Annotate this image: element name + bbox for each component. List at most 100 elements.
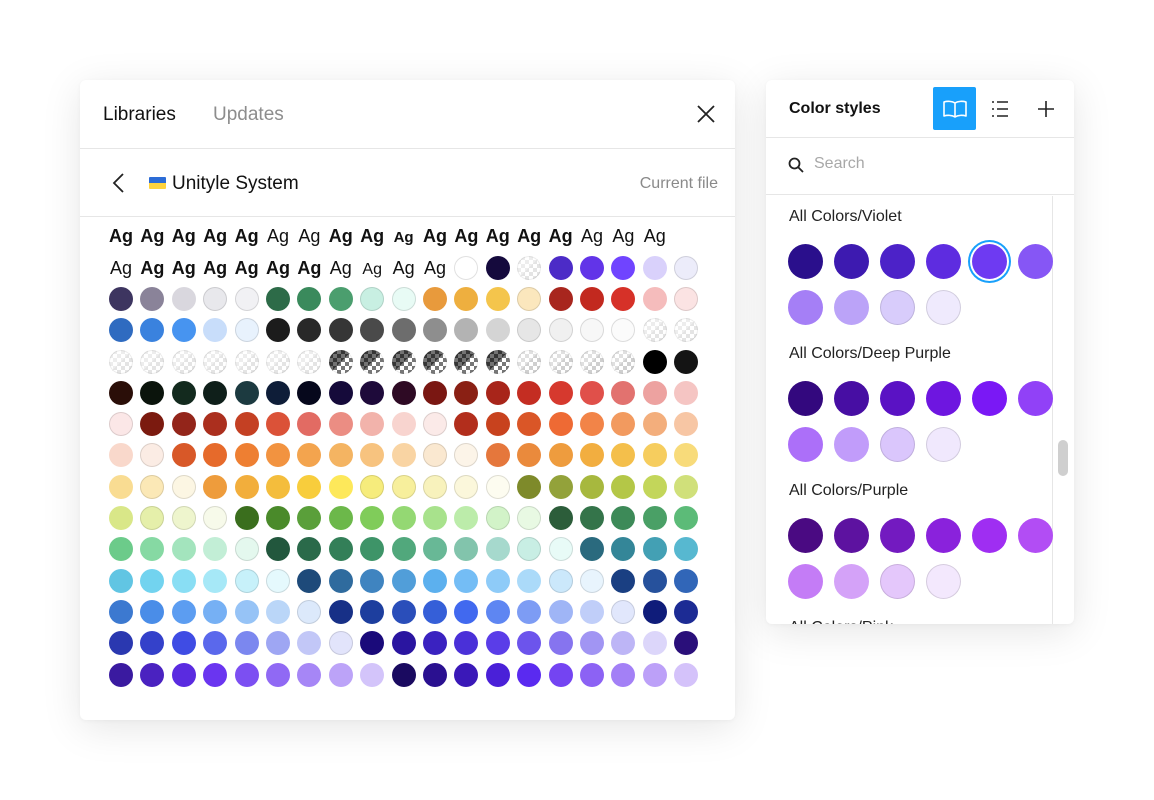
color-style-swatch[interactable]	[203, 662, 228, 687]
chevron-left-icon[interactable]	[111, 172, 125, 194]
text-style-sample[interactable]: Ag	[294, 224, 324, 248]
scrollbar-thumb[interactable]	[1058, 440, 1068, 476]
color-style-swatch[interactable]	[454, 286, 479, 311]
text-style-sample[interactable]: Ag	[200, 224, 230, 248]
color-style-swatch[interactable]	[517, 349, 542, 374]
color-style-swatch[interactable]	[328, 349, 353, 374]
text-style-sample[interactable]: Ag	[420, 224, 450, 248]
color-style-swatch[interactable]	[674, 349, 699, 374]
color-style-swatch[interactable]	[171, 443, 196, 468]
color-style-swatch[interactable]	[109, 506, 133, 530]
color-swatch[interactable]	[880, 381, 915, 416]
color-style-swatch[interactable]	[517, 537, 542, 562]
color-style-swatch[interactable]	[109, 349, 133, 374]
color-style-swatch[interactable]	[642, 506, 667, 530]
color-style-swatch[interactable]	[548, 412, 573, 437]
color-style-swatch[interactable]	[140, 412, 165, 437]
color-style-swatch[interactable]	[485, 474, 510, 499]
color-style-swatch[interactable]	[485, 568, 510, 593]
color-swatch[interactable]	[788, 427, 823, 462]
color-style-swatch[interactable]	[485, 662, 510, 687]
color-style-swatch[interactable]	[391, 506, 416, 530]
color-style-swatch[interactable]	[234, 349, 259, 374]
color-style-swatch[interactable]	[360, 599, 385, 624]
text-style-sample[interactable]: Ag	[137, 256, 167, 280]
color-style-swatch[interactable]	[234, 318, 259, 343]
color-style-swatch[interactable]	[642, 631, 667, 656]
color-style-swatch[interactable]	[423, 318, 447, 343]
color-style-swatch[interactable]	[360, 631, 385, 656]
color-style-swatch[interactable]	[454, 349, 479, 374]
color-swatch[interactable]	[926, 290, 961, 325]
color-style-swatch[interactable]	[266, 506, 290, 530]
color-style-swatch[interactable]	[548, 380, 573, 405]
color-style-swatch[interactable]	[203, 286, 228, 311]
color-swatch[interactable]	[834, 564, 869, 599]
color-swatch[interactable]	[834, 244, 869, 279]
color-style-swatch[interactable]	[580, 412, 604, 437]
color-style-swatch[interactable]	[391, 412, 416, 437]
color-style-swatch[interactable]	[548, 349, 573, 374]
color-style-swatch[interactable]	[580, 506, 604, 530]
color-style-swatch[interactable]	[328, 318, 353, 343]
color-style-swatch[interactable]	[611, 412, 636, 437]
color-style-swatch[interactable]	[580, 631, 604, 656]
color-swatch[interactable]	[926, 427, 961, 462]
color-style-swatch[interactable]	[109, 380, 133, 405]
color-style-swatch[interactable]	[234, 599, 259, 624]
color-style-swatch[interactable]	[234, 568, 259, 593]
color-style-swatch[interactable]	[454, 599, 479, 624]
color-style-swatch[interactable]	[140, 286, 165, 311]
color-style-swatch[interactable]	[140, 537, 165, 562]
color-style-swatch[interactable]	[140, 474, 165, 499]
color-style-swatch[interactable]	[485, 631, 510, 656]
color-style-swatch[interactable]	[485, 537, 510, 562]
color-style-swatch[interactable]	[611, 318, 636, 343]
color-style-swatch[interactable]	[611, 474, 636, 499]
color-style-swatch[interactable]	[517, 474, 542, 499]
color-style-swatch[interactable]	[517, 286, 542, 311]
color-style-swatch[interactable]	[109, 568, 133, 593]
text-style-sample[interactable]: Ag	[546, 224, 576, 248]
color-style-swatch[interactable]	[140, 568, 165, 593]
color-style-swatch[interactable]	[454, 443, 479, 468]
color-style-swatch[interactable]	[266, 443, 290, 468]
color-style-swatch[interactable]	[297, 286, 322, 311]
color-style-swatch[interactable]	[203, 474, 228, 499]
color-style-swatch[interactable]	[266, 599, 290, 624]
color-style-swatch[interactable]	[454, 568, 479, 593]
color-style-swatch[interactable]	[423, 568, 447, 593]
add-style-button[interactable]	[1024, 87, 1067, 130]
color-style-swatch[interactable]	[297, 506, 322, 530]
color-swatch[interactable]	[972, 518, 1007, 553]
color-style-swatch[interactable]	[171, 412, 196, 437]
color-style-swatch[interactable]	[203, 631, 228, 656]
color-style-swatch[interactable]	[234, 286, 259, 311]
color-swatch[interactable]	[926, 381, 961, 416]
color-style-swatch[interactable]	[328, 537, 353, 562]
color-style-swatch[interactable]	[360, 412, 385, 437]
color-style-swatch[interactable]	[328, 506, 353, 530]
color-style-swatch[interactable]	[297, 631, 322, 656]
color-style-swatch[interactable]	[642, 412, 667, 437]
color-style-swatch[interactable]	[674, 537, 699, 562]
color-style-swatch[interactable]	[328, 443, 353, 468]
color-style-swatch[interactable]	[580, 599, 604, 624]
color-style-swatch[interactable]	[391, 380, 416, 405]
color-style-swatch[interactable]	[517, 380, 542, 405]
color-style-swatch[interactable]	[423, 474, 447, 499]
color-style-swatch[interactable]	[611, 286, 636, 311]
text-style-sample[interactable]: Ag	[608, 224, 638, 248]
color-style-swatch[interactable]	[674, 412, 699, 437]
color-style-swatch[interactable]	[611, 506, 636, 530]
color-style-swatch[interactable]	[674, 255, 699, 280]
color-style-swatch[interactable]	[548, 537, 573, 562]
color-style-swatch[interactable]	[234, 474, 259, 499]
color-style-swatch[interactable]	[109, 662, 133, 687]
color-style-swatch[interactable]	[266, 318, 290, 343]
color-style-swatch[interactable]	[642, 474, 667, 499]
color-style-swatch[interactable]	[203, 568, 228, 593]
color-style-swatch[interactable]	[203, 443, 228, 468]
color-style-swatch[interactable]	[517, 412, 542, 437]
color-style-swatch[interactable]	[266, 662, 290, 687]
